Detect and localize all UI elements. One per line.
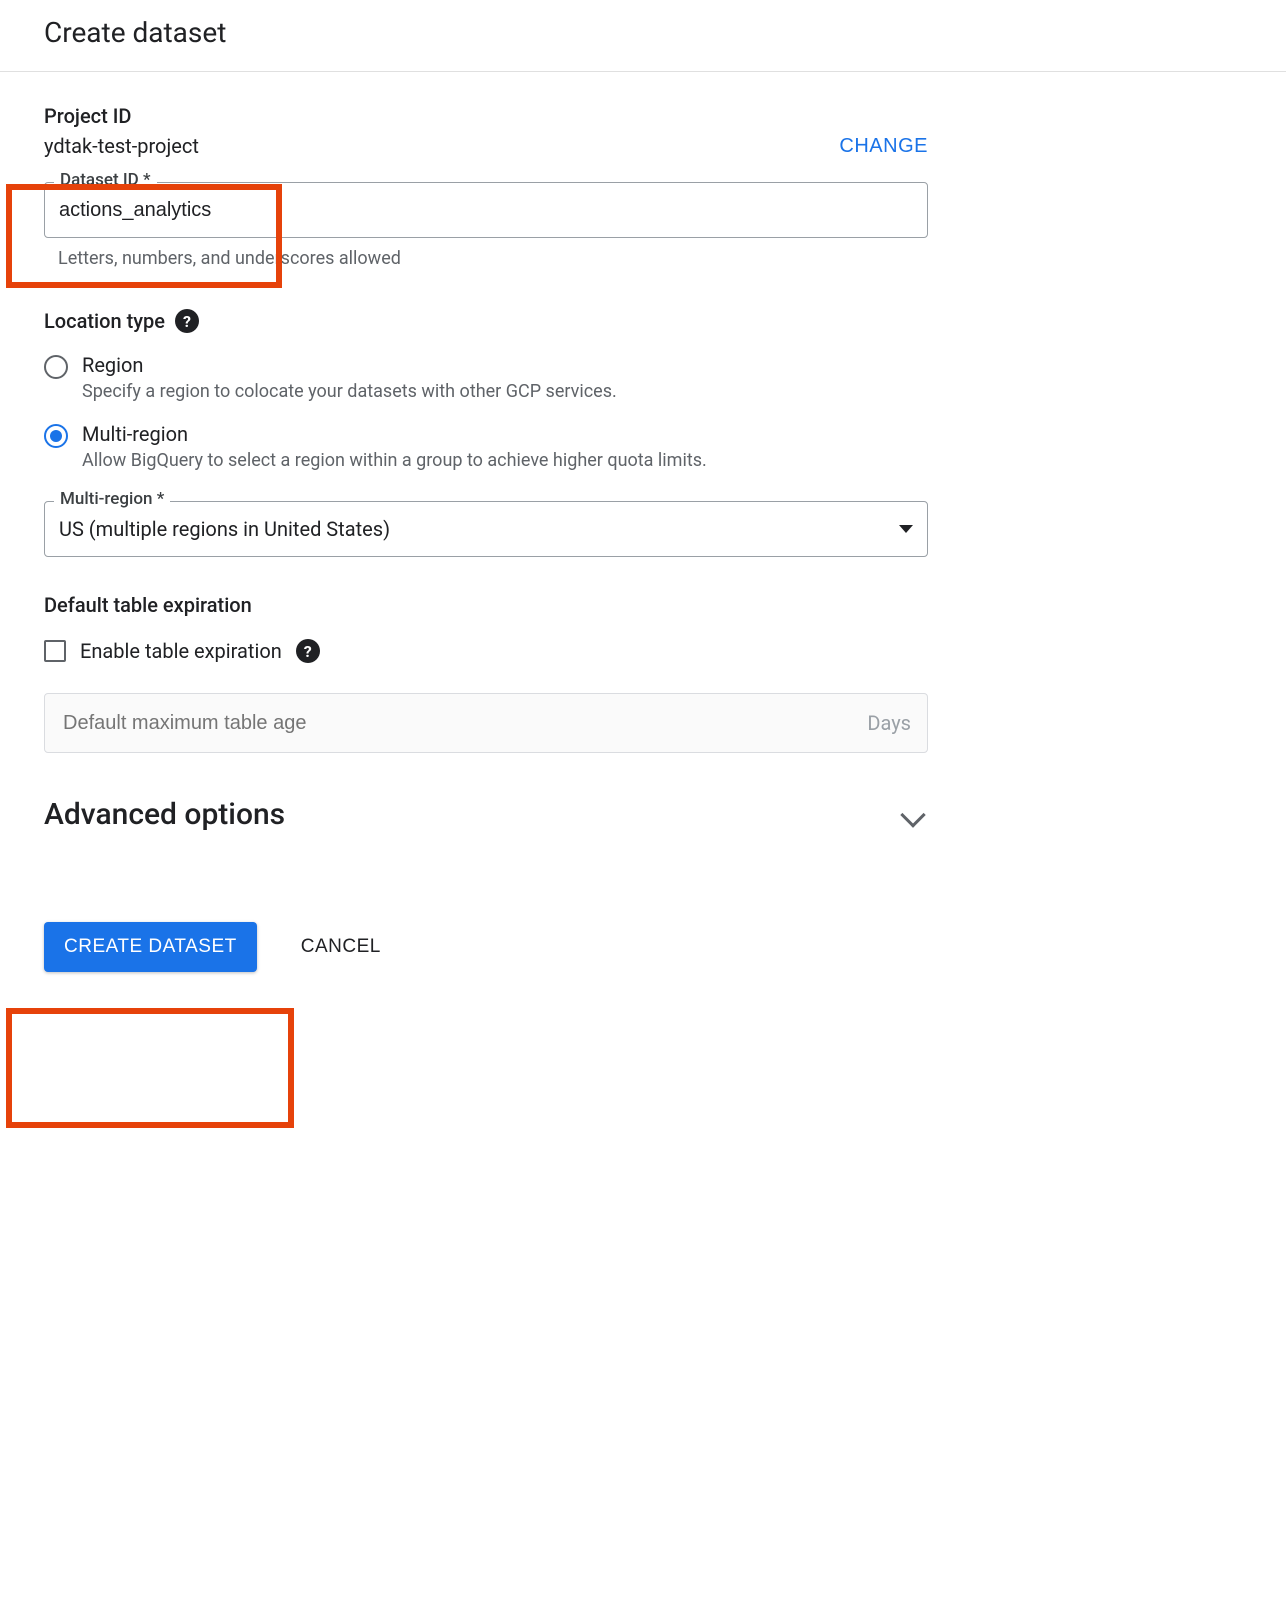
help-icon[interactable]: ? xyxy=(296,639,320,663)
annotation-highlight xyxy=(6,1008,294,1128)
create-dataset-button[interactable]: CREATE DATASET xyxy=(44,922,257,972)
max-table-age-input[interactable] xyxy=(61,711,867,736)
radio-multi-region[interactable] xyxy=(44,424,68,448)
table-expiration-label: Default table expiration xyxy=(44,593,252,617)
enable-expiration-label: Enable table expiration xyxy=(80,639,282,663)
radio-region-desc: Specify a region to colocate your datase… xyxy=(82,381,617,402)
multi-region-value: US (multiple regions in United States) xyxy=(59,517,390,541)
radio-multi-region-desc: Allow BigQuery to select a region within… xyxy=(82,450,707,471)
project-id-label: Project ID xyxy=(44,104,1242,128)
advanced-options-label: Advanced options xyxy=(44,797,285,832)
project-id-value: ydtak-test-project xyxy=(44,134,199,158)
page-title: Create dataset xyxy=(44,16,1242,49)
multi-region-label: Multi-region * xyxy=(54,489,170,509)
multi-region-field: Multi-region * US (multiple regions in U… xyxy=(44,501,928,557)
change-project-button[interactable]: CHANGE xyxy=(839,135,928,158)
multi-region-select[interactable]: US (multiple regions in United States) xyxy=(44,501,928,557)
enable-expiration-checkbox[interactable] xyxy=(44,640,66,662)
cancel-button[interactable]: CANCEL xyxy=(295,935,387,959)
max-table-age-unit: Days xyxy=(867,711,911,735)
help-icon[interactable]: ? xyxy=(175,309,199,333)
dataset-id-field: Dataset ID * xyxy=(44,182,928,238)
advanced-options-toggle[interactable]: Advanced options xyxy=(44,797,928,832)
radio-region-label: Region xyxy=(82,353,617,377)
dataset-id-helper: Letters, numbers, and underscores allowe… xyxy=(58,248,1242,269)
radio-multi-region-label: Multi-region xyxy=(82,422,707,446)
dataset-id-label: Dataset ID * xyxy=(54,170,157,190)
location-type-label: Location type xyxy=(44,309,165,333)
max-table-age-field[interactable]: Days xyxy=(44,693,928,753)
dataset-id-input[interactable] xyxy=(44,182,928,238)
caret-down-icon xyxy=(899,525,913,533)
radio-region[interactable] xyxy=(44,355,68,379)
chevron-down-icon xyxy=(900,802,925,827)
